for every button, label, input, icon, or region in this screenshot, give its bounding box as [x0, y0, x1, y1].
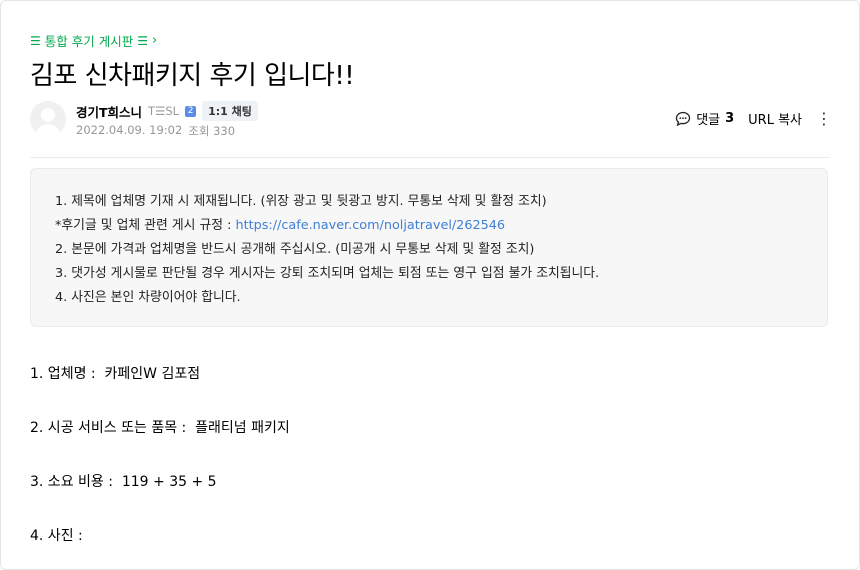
- comment-label: 댓글: [696, 113, 721, 128]
- author-row: 경기T희스니 T☰SL 2 1:1 채팅: [76, 101, 258, 121]
- notice-box: 1. 제목에 업체명 기재 시 제재됩니다. (위장 광고 및 뒷광고 방지. …: [30, 168, 828, 327]
- rules-link[interactable]: https://cafe.naver.com/noljatravel/26254…: [235, 218, 505, 233]
- post-date: 2022.04.09. 19:02: [76, 123, 183, 137]
- breadcrumb[interactable]: ☰ 통합 후기 게시판 ☰ ›: [30, 31, 157, 50]
- notice-line: 4. 사진은 본인 차량이어야 합니다.: [55, 290, 241, 305]
- notice-line-text: *후기글 및 업체 관련 게시 규정 :: [55, 218, 236, 233]
- notice-line: 2. 본문에 가격과 업체명을 반드시 공개해 주십시오. (미공개 시 무통보…: [55, 242, 535, 257]
- notice-line: 3. 댓가성 게시물로 판단될 경우 게시자는 강퇴 조치되며 업체는 퇴점 또…: [55, 266, 600, 281]
- author-grade: T☰SL: [148, 104, 180, 118]
- avatar-head-shape: [41, 108, 55, 122]
- chat-button[interactable]: 1:1 채팅: [202, 101, 258, 121]
- author-name[interactable]: 경기T희스니: [76, 102, 142, 121]
- page-title: 김포 신차패키지 후기 입니다!!: [30, 61, 355, 91]
- notice-line: 1. 제목에 업체명 기재 시 제재됩니다. (위장 광고 및 뒷광고 방지. …: [55, 194, 547, 209]
- content-line: 2. 시공 서비스 또는 품목 : 플래티넘 패키지: [30, 420, 290, 436]
- content-line: 3. 소요 비용 : 119 + 35 + 5: [30, 474, 217, 490]
- divider: [30, 157, 830, 158]
- content-line: 1. 업체명 : 카페인W 김포점: [30, 366, 201, 382]
- notice-line: *후기글 및 업체 관련 게시 규정 : https://cafe.naver.…: [55, 214, 803, 238]
- avatar-body-shape: [35, 124, 61, 137]
- menu-icon: ☰: [30, 33, 41, 48]
- comment-count: 3: [725, 111, 735, 126]
- grade-badge-icon: 2: [185, 105, 197, 117]
- board-list-icon: ☰: [137, 33, 148, 48]
- comment-icon: [676, 111, 691, 126]
- view-count: 조회 330: [188, 124, 236, 138]
- content-line: 4. 사진 :: [30, 528, 83, 544]
- more-options-icon[interactable]: ⋮: [816, 110, 832, 127]
- url-copy-button[interactable]: URL 복사: [748, 109, 802, 128]
- post-meta: 2022.04.09. 19:02 조회 330: [76, 123, 235, 139]
- board-link[interactable]: 통합 후기 게시판: [45, 31, 133, 50]
- avatar[interactable]: [30, 101, 66, 137]
- chevron-right-icon: ›: [151, 33, 158, 48]
- comment-button[interactable]: 댓글 3: [675, 109, 734, 128]
- post-tools: 댓글 3 URL 복사 ⋮: [675, 109, 832, 128]
